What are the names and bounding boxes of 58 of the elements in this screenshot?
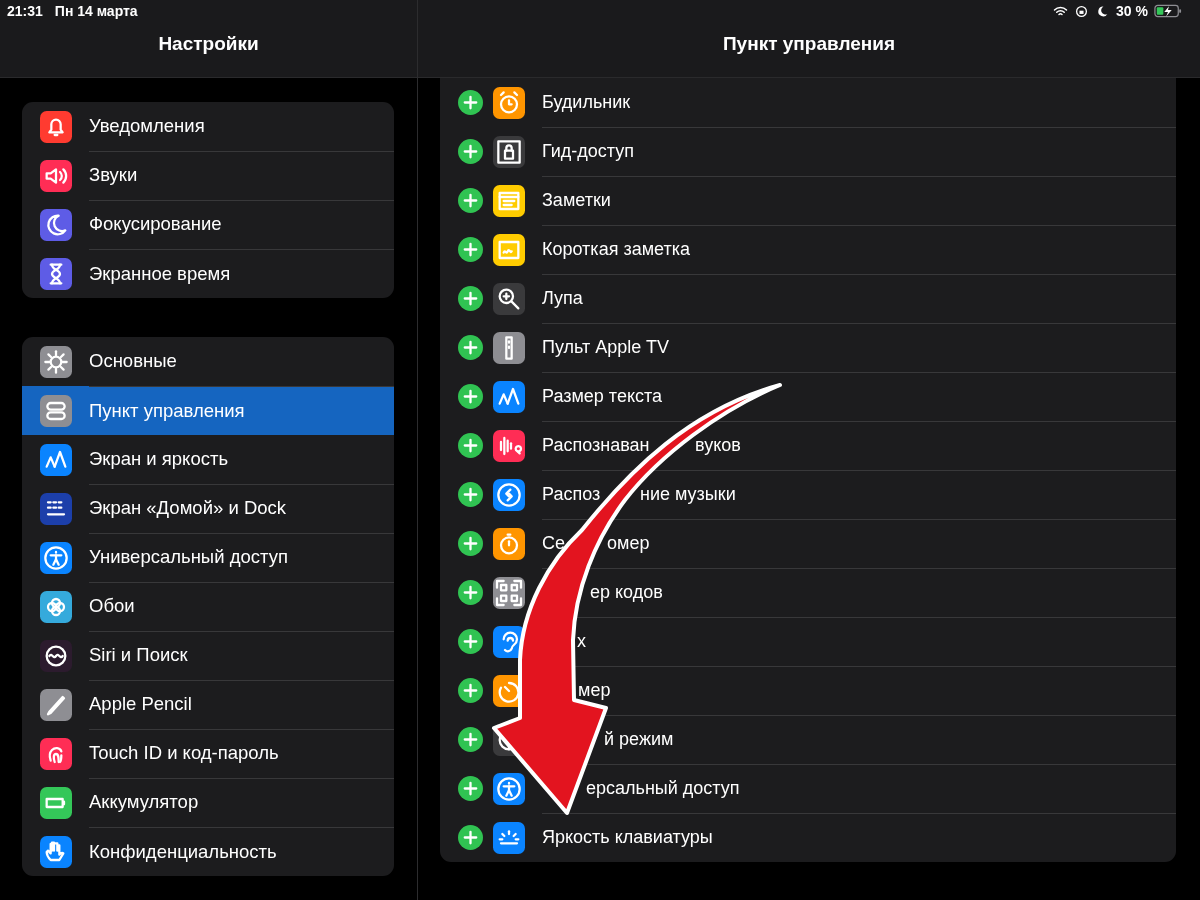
add-button[interactable]	[458, 237, 483, 262]
control-label: Короткая заметка	[542, 238, 690, 260]
sidebar-item[interactable]: Аккумулятор	[22, 778, 394, 827]
add-button[interactable]	[458, 776, 483, 801]
status-date: Пн 14 марта	[54, 3, 138, 19]
sidebar-item[interactable]: Пункт управления	[22, 386, 394, 435]
control-label: мер	[578, 679, 611, 701]
add-button[interactable]	[458, 678, 483, 703]
sidebar-item[interactable]: Фокусирование	[22, 200, 394, 249]
wifi-icon	[1053, 4, 1069, 18]
add-button[interactable]	[458, 580, 483, 605]
sidebar-item[interactable]: Экран «Домой» и Dock	[22, 484, 394, 533]
control-label: ер кодов	[590, 581, 663, 603]
control-label: Лупа	[542, 287, 583, 309]
sidebar-item[interactable]: Уведомления	[22, 102, 394, 151]
add-button[interactable]	[458, 335, 483, 360]
sidebar-item[interactable]: Siri и Поиск	[22, 631, 394, 680]
control-label: Яркость клавиатуры	[542, 827, 713, 848]
control-label: х	[577, 630, 586, 652]
control-label: й режим	[604, 728, 674, 750]
sidebar-item[interactable]: Звуки	[22, 151, 394, 200]
status-time: 21:31	[7, 3, 43, 19]
control-label: вуков	[695, 434, 741, 456]
control-label: омер	[607, 532, 650, 554]
add-button[interactable]	[458, 482, 483, 507]
control-label: Распоз	[542, 483, 601, 505]
control-label: Будильник	[542, 91, 631, 113]
sidebar-item[interactable]: Универсальный доступ	[22, 533, 394, 582]
add-button[interactable]	[458, 825, 483, 850]
battery-percent: 30 %	[1116, 3, 1148, 19]
control-label: Пульт Apple TV	[542, 336, 669, 358]
sidebar-item[interactable]: Экран и яркость	[22, 435, 394, 484]
add-button[interactable]	[458, 384, 483, 409]
add-button[interactable]	[458, 286, 483, 311]
sidebar-item[interactable]: Touch ID и код-пароль	[22, 729, 394, 778]
add-button[interactable]	[458, 139, 483, 164]
control-label: Размер текста	[542, 385, 663, 407]
control-label: ерсальный доступ	[586, 777, 740, 799]
add-button[interactable]	[458, 531, 483, 556]
sidebar-item[interactable]: Конфиденциальность	[22, 827, 394, 876]
control-label: Гид-доступ	[542, 140, 634, 162]
sidebar-title: Настройки	[157, 33, 260, 55]
sidebar-item[interactable]: Экранное время	[22, 249, 394, 298]
add-button[interactable]	[458, 433, 483, 458]
add-button[interactable]	[458, 629, 483, 654]
battery-charging-icon	[1154, 4, 1182, 18]
control-label: Распознаван	[542, 434, 650, 456]
sidebar-item[interactable]: Apple Pencil	[22, 680, 394, 729]
rotation-lock-icon	[1074, 4, 1090, 18]
add-button[interactable]	[458, 727, 483, 752]
page-title: Пункт управления	[721, 33, 897, 55]
add-button[interactable]	[458, 188, 483, 213]
control-label: Се	[542, 532, 565, 554]
control-label: Заметки	[542, 189, 611, 211]
sidebar-item[interactable]: Основные	[22, 337, 394, 386]
add-button[interactable]	[458, 90, 483, 115]
control-label: ние музыки	[640, 483, 736, 505]
sidebar-item[interactable]: Обои	[22, 582, 394, 631]
